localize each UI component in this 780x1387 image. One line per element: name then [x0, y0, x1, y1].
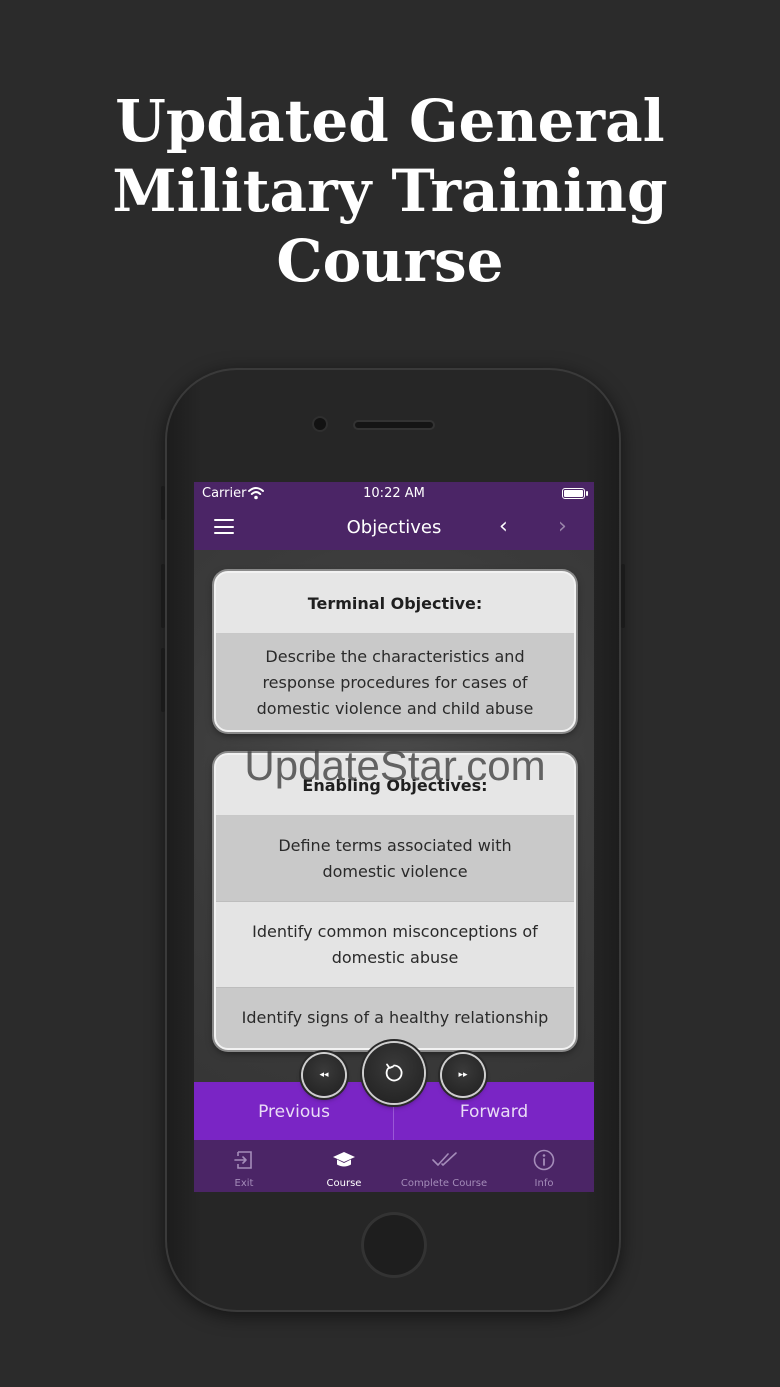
status-time: 10:22 AM	[363, 486, 425, 501]
previous-button[interactable]: Previous	[194, 1102, 394, 1122]
enabling-objective-item: Identify signs of a healthy relationship	[216, 988, 574, 1048]
tab-exit-label: Exit	[234, 1178, 254, 1189]
power-button	[621, 564, 625, 628]
headline: Updated General Military Training Course	[0, 86, 780, 296]
replay-icon	[385, 1063, 403, 1082]
enabling-objective-item: Identify common misconceptions of domest…	[216, 902, 574, 988]
chevron-left-icon[interactable]: ‹	[499, 516, 508, 538]
terminal-objective-heading: Terminal Objective:	[216, 573, 574, 634]
status-bar: Carrier 10:22 AM	[194, 482, 594, 506]
enabling-objectives-heading: Enabling Objectives:	[216, 755, 574, 816]
terminal-objective-text: Describe the characteristics and respons…	[216, 634, 574, 730]
forward-button[interactable]: Forward	[394, 1102, 594, 1122]
tab-exit[interactable]: Exit	[194, 1140, 294, 1192]
info-icon	[533, 1149, 555, 1171]
replay-button[interactable]	[364, 1043, 424, 1103]
rewind-button[interactable]: ◂◂	[303, 1054, 345, 1096]
enabling-objectives-card: Enabling Objectives: Define terms associ…	[214, 753, 576, 1050]
rewind-icon: ◂◂	[319, 1070, 329, 1080]
navigation-bar: Objectives ‹ ›	[194, 506, 594, 550]
volume-down-button	[161, 648, 165, 712]
tab-course-label: Course	[326, 1178, 362, 1189]
front-camera	[314, 418, 326, 430]
tab-complete-course-label: Complete Course	[400, 1178, 488, 1189]
earpiece-speaker	[355, 422, 433, 428]
volume-up-button	[161, 564, 165, 628]
headline-line-1: Updated General	[115, 87, 665, 155]
tab-bar: Exit Course Complete Course Info	[194, 1140, 594, 1192]
mute-switch	[161, 486, 165, 520]
home-button[interactable]	[361, 1212, 427, 1278]
headline-line-3: Course	[276, 227, 504, 295]
graduation-cap-icon	[333, 1152, 355, 1167]
tab-info-label: Info	[534, 1178, 554, 1189]
double-check-icon	[432, 1152, 457, 1166]
battery-icon	[562, 488, 588, 499]
phone-screen: Carrier 10:22 AM Objectives ‹ › Terminal…	[194, 482, 594, 1192]
chevron-right-icon[interactable]: ›	[558, 516, 567, 538]
fast-forward-button[interactable]: ▸▸	[442, 1054, 484, 1096]
headline-line-2: Military Training	[112, 157, 668, 225]
tab-info[interactable]: Info	[494, 1140, 594, 1192]
tab-complete-course[interactable]: Complete Course	[394, 1140, 494, 1192]
page-title: Objectives	[346, 517, 442, 538]
terminal-objective-card: Terminal Objective: Describe the charact…	[214, 571, 576, 732]
fast-forward-icon: ▸▸	[458, 1070, 468, 1080]
enabling-objective-item: Define terms associated with domestic vi…	[216, 816, 574, 902]
tab-course[interactable]: Course	[294, 1140, 394, 1192]
exit-icon	[234, 1151, 252, 1169]
objectives-content: Terminal Objective: Describe the charact…	[194, 550, 594, 1082]
